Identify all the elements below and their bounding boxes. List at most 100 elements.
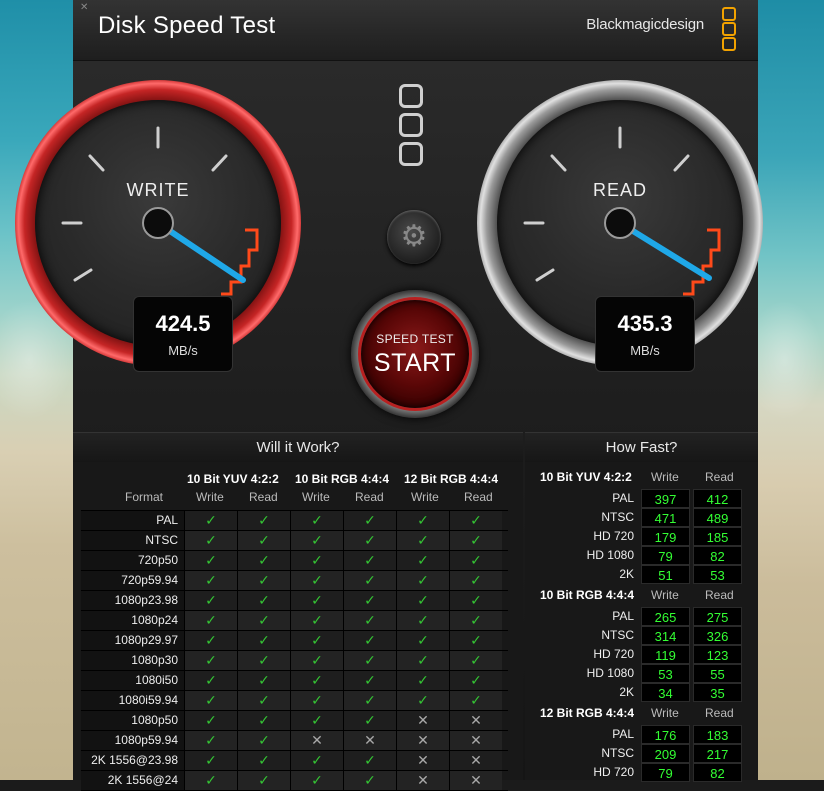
cross-icon: ✕ [290,731,343,750]
checkmark-icon: ✓ [237,771,290,790]
table-row: NTSC ✓ ✓ ✓ ✓ ✓ ✓ [81,531,508,551]
how-fast-format-label: HD 720 [593,647,634,661]
group-header-12bit-rgb: 12 Bit RGB 4:4:4 [404,472,499,486]
checkmark-icon: ✓ [290,651,343,670]
how-fast-format-label: 2K [619,685,634,699]
format-label: 1080p59.94 [81,731,184,750]
how-fast-read-value: 35 [693,683,742,702]
how-fast-row: PAL 265 275 [525,607,758,626]
how-fast-format-label: HD 720 [593,765,634,779]
checkmark-icon: ✓ [343,711,396,730]
read-speed-unit: MB/s [630,343,660,358]
checkmark-icon: ✓ [237,751,290,770]
table-row: 1080p59.94 ✓ ✓ ✕ ✕ ✕ ✕ [81,731,508,751]
checkmark-icon: ✓ [237,691,290,710]
format-label: 720p59.94 [81,571,184,590]
checkmark-icon: ✓ [343,611,396,630]
checkmark-icon: ✓ [184,611,237,630]
start-button-face[interactable]: SPEED TEST START [361,300,469,408]
read-gauge: READ 435.3 MB/s [477,80,763,372]
checkmark-icon: ✓ [184,651,237,670]
checkmark-icon: ✓ [184,731,237,750]
checkmark-icon: ✓ [237,731,290,750]
cross-icon: ✕ [396,711,449,730]
table-row: 720p59.94 ✓ ✓ ✓ ✓ ✓ ✓ [81,571,508,591]
settings-button[interactable]: ⚙ [387,210,441,264]
cross-icon: ✕ [449,731,502,750]
title-bar: ✕ Disk Speed Test Blackmagicdesign [73,0,758,61]
close-icon[interactable]: ✕ [80,2,88,13]
checkmark-icon: ✓ [290,611,343,630]
how-fast-write-header: Write [651,588,679,602]
read-readout: 435.3 MB/s [595,296,695,372]
how-fast-group-title: 12 Bit RGB 4:4:4 [540,706,635,720]
app-window: ✕ Disk Speed Test Blackmagicdesign WRITE… [15,0,763,791]
cross-icon: ✕ [396,751,449,770]
start-button-caption: SPEED TEST [376,332,454,346]
how-fast-read-value: 82 [693,546,742,565]
checkmark-icon: ✓ [396,691,449,710]
how-fast-format-label: NTSC [601,510,634,524]
checkmark-icon: ✓ [449,591,502,610]
how-fast-write-header: Write [651,706,679,720]
start-button-label: START [373,349,457,377]
how-fast-write-value: 79 [641,763,690,782]
how-fast-read-value: 123 [693,645,742,664]
blackmagic-logo-icon [399,84,429,171]
how-fast-write-value: 314 [641,626,690,645]
how-fast-format-label: HD 1080 [586,666,634,680]
how-fast-read-value: 326 [693,626,742,645]
how-fast-row: 2K 51 53 [525,565,758,584]
app-title: Disk Speed Test [98,12,276,39]
how-fast-read-value: 275 [693,607,742,626]
format-label: 1080p30 [81,651,184,670]
checkmark-icon: ✓ [396,511,449,530]
checkmark-icon: ✓ [237,551,290,570]
how-fast-read-value: 53 [693,565,742,584]
write-readout: 424.5 MB/s [133,296,233,372]
table-row: 1080i59.94 ✓ ✓ ✓ ✓ ✓ ✓ [81,691,508,711]
start-button[interactable]: SPEED TEST START [351,290,479,418]
how-fast-row: NTSC 314 326 [525,626,758,645]
desktop-background-right [758,0,824,780]
how-fast-read-value: 412 [693,489,742,508]
how-fast-read-header: Read [705,706,734,720]
checkmark-icon: ✓ [237,591,290,610]
will-it-work-grid: PAL ✓ ✓ ✓ ✓ ✓ ✓ NTSC ✓ ✓ ✓ ✓ ✓ ✓ 720p50 ✓ ✓ ✓ ✓ ✓ ✓ 720p59.94… [81,510,508,791]
how-fast-group-title: 10 Bit YUV 4:2:2 [540,470,632,484]
how-fast-format-label: HD 720 [593,529,634,543]
read-label: READ [592,180,647,200]
how-fast-row: HD 1080 53 55 [525,664,758,683]
how-fast-write-value: 51 [641,565,690,584]
checkmark-icon: ✓ [449,671,502,690]
checkmark-icon: ✓ [237,631,290,650]
checkmark-icon: ✓ [343,551,396,570]
how-fast-read-value: 82 [693,763,742,782]
read-gauge-face: READ 435.3 MB/s [497,100,743,372]
cross-icon: ✕ [449,751,502,770]
table-row: PAL ✓ ✓ ✓ ✓ ✓ ✓ [81,511,508,531]
checkmark-icon: ✓ [290,711,343,730]
cross-icon: ✕ [449,711,502,730]
write-tick [73,268,93,282]
brand-name: Blackmagicdesign [586,16,704,33]
checkmark-icon: ✓ [184,631,237,650]
checkmark-icon: ✓ [396,551,449,570]
checkmark-icon: ✓ [396,611,449,630]
checkmark-icon: ✓ [237,511,290,530]
read-tick [535,268,555,282]
table-row: 720p50 ✓ ✓ ✓ ✓ ✓ ✓ [81,551,508,571]
group-header-10bit-rgb: 10 Bit RGB 4:4:4 [295,472,390,486]
how-fast-row: HD 1080 79 82 [525,546,758,565]
how-fast-format-label: NTSC [601,628,634,642]
checkmark-icon: ✓ [343,571,396,590]
checkmark-icon: ✓ [290,771,343,790]
will-it-work-title: Will it Work? [73,432,523,463]
how-fast-title: How Fast? [525,432,758,463]
write-gauge-face: WRITE 424.5 MB/s [35,100,281,372]
sub-header-read: Read [464,490,493,504]
how-fast-write-value: 34 [641,683,690,702]
how-fast-row: HD 720 179 185 [525,527,758,546]
how-fast-write-value: 53 [641,664,690,683]
how-fast-format-label: 2K [619,567,634,581]
